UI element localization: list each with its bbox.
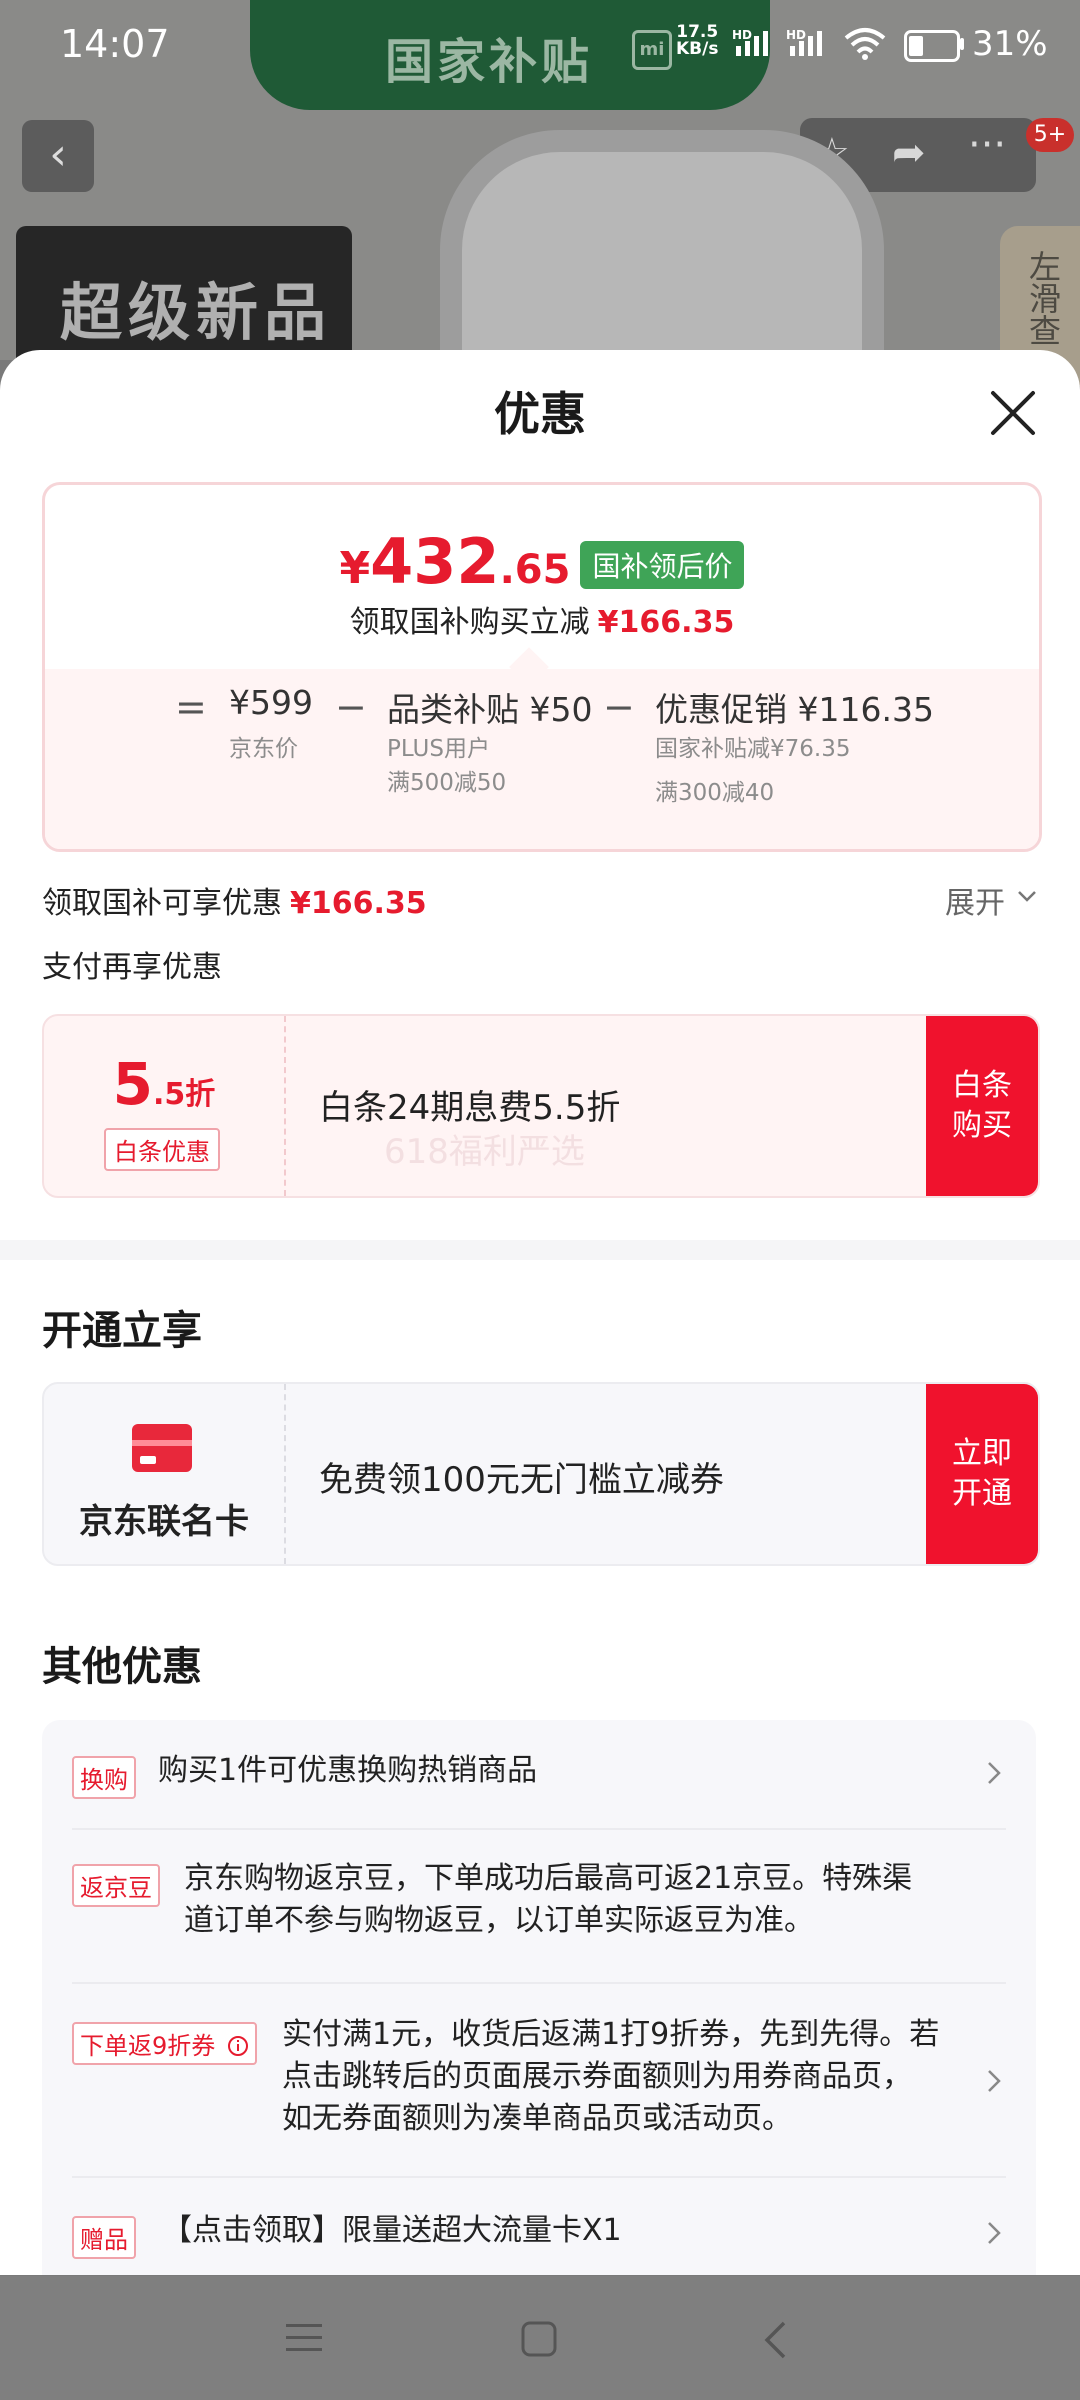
price-subline: 领取国补购买立减 ¥166.35 [45, 597, 1039, 641]
price-card: ¥432.65 国补领后价 领取国补购买立减 ¥166.35 = ¥599 京东价 … [42, 482, 1042, 852]
offer-text-line-1: 京东购物返京豆，下单成功后最高可返21京豆。特殊渠 [184, 1861, 913, 1896]
close-icon[interactable] [985, 385, 1041, 441]
nav-back-icon[interactable] [762, 2320, 788, 2360]
category-subsidy-note-1: PLUS用户 [387, 736, 490, 762]
base-price: ¥599 [229, 683, 313, 722]
card-name: 京东联名卡 [79, 1502, 249, 1542]
list-item: 返京豆 京东购物返京豆，下单成功后最高可返21京豆。特殊渠 道订单不参与购物返豆… [42, 1830, 1036, 1982]
equals-sign: = [175, 685, 207, 729]
expand-button[interactable]: 展开 [945, 878, 1005, 922]
baitiao-tag: 白条优惠 [104, 1128, 220, 1171]
minus-sign-1: − [335, 685, 367, 729]
base-price-label: 京东价 [229, 736, 298, 762]
list-item[interactable]: 赠品 【点击领取】限量送超大流量卡X1 [42, 2178, 1036, 2275]
price-integer: 432 [370, 525, 500, 598]
price-decimal: .65 [499, 547, 571, 593]
enjoy-amount: ¥166.35 [290, 886, 427, 921]
list-item[interactable]: 下单返9折券 实付满1元，收货后返满1打9折券，先到先得。若 点击跳转后的页面展… [42, 1984, 1036, 2176]
promo-note-1: 国家补贴减¥76.35 [655, 736, 851, 762]
category-subsidy-note-2: 满500减50 [387, 770, 507, 796]
offer-tag: 下单返9折券 [72, 2022, 257, 2065]
banner-text: 国家补贴 [385, 34, 594, 90]
baitiao-buy-button[interactable]: 白条购买 [926, 1016, 1038, 1196]
other-offers-title: 其他优惠 [42, 1644, 202, 1690]
dashed-divider [284, 1016, 286, 1196]
offer-text-line-2: 道订单不参与购物返豆，以订单实际返豆为准。 [184, 1903, 814, 1938]
mi-logo: mi [632, 30, 672, 70]
info-icon[interactable] [227, 2035, 249, 2057]
cobrand-card-offer: 京东联名卡 免费领100元无门槛立减券 立即开通 [42, 1382, 1040, 1566]
final-price: ¥432.65 国补领后价 [45, 525, 1039, 603]
promo-note-2: 满300减40 [655, 780, 775, 806]
offer-tag: 换购 [72, 1756, 136, 1799]
section-divider [0, 1240, 1080, 1260]
back-button[interactable]: ‹ [22, 120, 94, 192]
back-icon: ‹ [49, 129, 67, 180]
baitiao-discount: 5.5折 [112, 1050, 216, 1118]
offer-tag: 赠品 [72, 2216, 136, 2259]
offer-text: 【点击领取】限量送超大流量卡X1 [162, 2213, 622, 2248]
enjoy-label: 领取国补可享优惠 [42, 886, 282, 921]
price-sub-label: 领取国补购买立减 [349, 605, 590, 640]
chevron-right-icon [988, 1762, 1001, 1784]
price-sub-amount: ¥166.35 [597, 605, 735, 640]
offer-text-line-1: 实付满1元，收货后返满1打9折券，先到先得。若 [282, 2017, 940, 2052]
sheet-title: 优惠 [494, 387, 586, 441]
discount-sheet: 优惠 ¥432.65 国补领后价 领取国补购买立减 ¥166.35 = ¥599 京… [0, 350, 1080, 2275]
menu-icon[interactable] [284, 2320, 324, 2356]
category-subsidy: 品类补贴 ¥50 [387, 690, 593, 729]
offer-text-line-2: 点击跳转后的页面展示券面额则为用券商品页， [282, 2059, 912, 2094]
list-item[interactable]: 换购 购买1件可优惠换购热销商品 [42, 1720, 1036, 1828]
card-icon-stripe [132, 1440, 192, 1446]
chevron-right-icon [988, 2070, 1001, 2092]
promo-discount: 优惠促销 ¥116.35 [655, 690, 934, 729]
battery-percent: 31% [972, 24, 1048, 64]
signal-icon-1 [736, 31, 768, 56]
system-navigation-bar [0, 2276, 1080, 2400]
signal-icon-2 [790, 31, 822, 56]
share-icon[interactable]: ➦ [892, 130, 926, 176]
network-speed: 17.5 KB/s [676, 22, 719, 59]
battery-tip [960, 38, 964, 50]
chevron-down-icon[interactable] [1016, 888, 1038, 904]
offer-tag: 返京豆 [72, 1864, 160, 1907]
minus-sign-2: − [603, 685, 635, 729]
chevron-right-icon [988, 2222, 1001, 2244]
battery-level [909, 36, 923, 56]
other-offers-list: 换购 购买1件可优惠换购热销商品 返京豆 京东购物返京豆，下单成功后最高可返21… [42, 1720, 1036, 2275]
home-icon[interactable] [520, 2320, 558, 2358]
message-badge: 5+ [1026, 118, 1074, 152]
price-tag: 国补领后价 [580, 540, 745, 589]
wifi-icon [844, 28, 886, 60]
more-icon[interactable]: ··· [968, 122, 1006, 168]
watermark-text: 618福利严选 [384, 1132, 585, 1172]
open-card-button[interactable]: 立即开通 [926, 1384, 1038, 1564]
super-new-label: 超级新品 [60, 276, 333, 349]
pay-more-label: 支付再享优惠 [42, 950, 222, 985]
baitiao-description: 白条24期息费5.5折 [319, 1088, 621, 1128]
dashed-divider [284, 1384, 286, 1564]
card-icon [132, 1424, 192, 1472]
card-offer-description: 免费领100元无门槛立减券 [319, 1460, 724, 1500]
side-swipe-text: 左滑查 [1024, 250, 1062, 346]
offer-text: 购买1件可优惠换购热销商品 [158, 1753, 538, 1788]
status-time: 14:07 [60, 22, 170, 66]
baitiao-offer-card: 5.5折 白条优惠 白条24期息费5.5折 618福利严选 白条购买 [42, 1014, 1040, 1198]
subsidy-enjoy-row: 领取国补可享优惠 ¥166.35 [42, 878, 427, 922]
offer-text-line-3: 如无券面额则为凑单商品页或活动页。 [282, 2101, 792, 2136]
open-section-title: 开通立享 [42, 1308, 202, 1354]
card-icon-chip [140, 1456, 156, 1464]
price-currency: ¥ [339, 543, 371, 594]
